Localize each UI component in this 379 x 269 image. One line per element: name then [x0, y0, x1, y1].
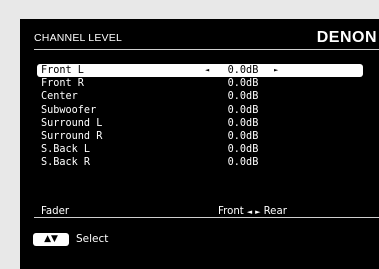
updown-select-button[interactable]: ▲▼ — [33, 233, 69, 246]
channel-value: 0.0dB — [227, 117, 259, 129]
channel-label: Subwoofer — [41, 104, 97, 116]
channel-value: 0.0dB — [227, 157, 259, 169]
left-arrow-icon[interactable]: ◄ — [247, 208, 252, 216]
channel-row-surround-r[interactable]: Surround R 0.0dB — [37, 130, 363, 143]
footer-divider — [34, 217, 379, 218]
channel-value: 0.0dB — [227, 91, 259, 103]
channel-row-sback-r[interactable]: S.Back R 0.0dB — [37, 156, 363, 169]
channel-value: 0.0dB — [227, 144, 259, 156]
fader-front-label: Front — [218, 206, 244, 217]
channel-value: 0.0dB — [227, 65, 259, 76]
channel-row-front-r[interactable]: Front R 0.0dB — [37, 77, 363, 90]
channel-label: S.Back L — [41, 144, 91, 156]
osd-screen: CHANNEL LEVEL DENON Front L ◄ 0.0dB ► Fr… — [20, 19, 379, 269]
channel-label: Front L — [41, 65, 84, 76]
channel-row-surround-l[interactable]: Surround L 0.0dB — [37, 117, 363, 130]
select-hint: Select — [76, 233, 109, 245]
header-divider — [34, 49, 379, 50]
channel-list: Front L ◄ 0.0dB ► Front R 0.0dB Center 0… — [37, 64, 363, 170]
channel-row-center[interactable]: Center 0.0dB — [37, 90, 363, 103]
channel-row-sback-l[interactable]: S.Back L 0.0dB — [37, 143, 363, 156]
right-arrow-icon[interactable]: ► — [274, 64, 278, 77]
right-arrow-icon[interactable]: ► — [255, 208, 260, 216]
channel-value: 0.0dB — [227, 78, 259, 90]
page-title: CHANNEL LEVEL — [34, 32, 122, 44]
channel-value: 0.0dB — [227, 104, 259, 116]
channel-label: Surround L — [41, 117, 103, 129]
channel-row-front-l[interactable]: Front L ◄ 0.0dB ► — [37, 64, 363, 78]
channel-label: S.Back R — [41, 157, 91, 169]
left-arrow-icon[interactable]: ◄ — [205, 64, 209, 77]
updown-arrow-icon: ▲▼ — [44, 234, 58, 244]
channel-label: Center — [41, 91, 78, 103]
channel-row-subwoofer[interactable]: Subwoofer 0.0dB — [37, 104, 363, 117]
fader-rear-label: Rear — [263, 206, 287, 217]
brand-logo: DENON — [316, 29, 377, 46]
channel-label: Front R — [41, 78, 84, 90]
channel-label: Surround R — [41, 130, 103, 142]
channel-value: 0.0dB — [227, 130, 259, 142]
